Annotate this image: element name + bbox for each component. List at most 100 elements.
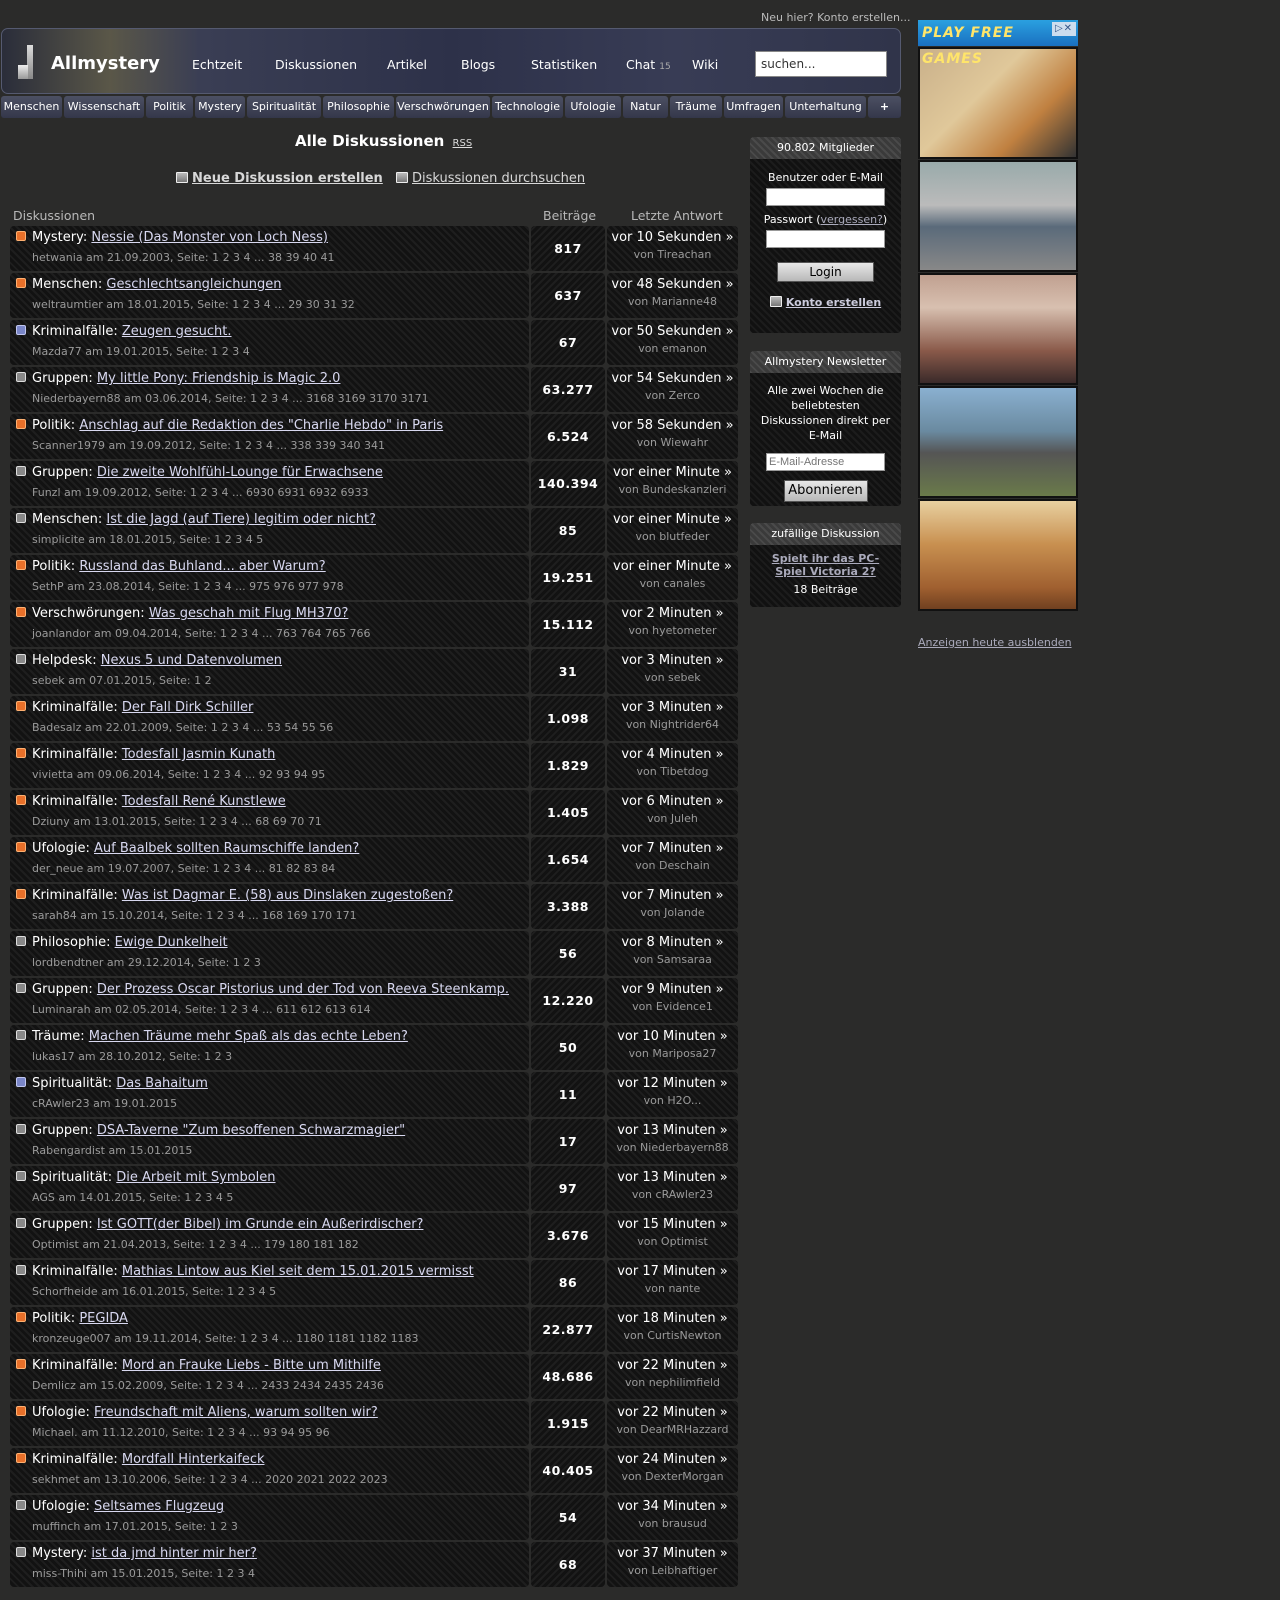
last-reply-time[interactable]: vor 22 Minuten » <box>607 1405 738 1420</box>
thread-title-link[interactable]: Auf Baalbek sollten Raumschiffe landen? <box>94 841 359 856</box>
last-reply-time[interactable]: vor 6 Minuten » <box>607 794 738 809</box>
category-menschen[interactable]: Menschen <box>1 96 62 118</box>
nav-chat[interactable]: Chat 15 <box>626 57 671 72</box>
thread-title-link[interactable]: Seltsames Flugzeug <box>94 1499 224 1514</box>
register-link[interactable]: Neu hier? Konto erstellen... <box>761 11 910 24</box>
last-reply-time[interactable]: vor 22 Minuten » <box>607 1358 738 1373</box>
last-reply-time[interactable]: vor einer Minute » <box>607 465 738 480</box>
ad-close-icon[interactable]: ▷✕ <box>1052 22 1076 36</box>
nav-echtzeit[interactable]: Echtzeit <box>192 57 242 72</box>
last-reply-time[interactable]: vor einer Minute » <box>607 559 738 574</box>
new-discussion-label[interactable]: Neue Diskussion erstellen <box>192 171 383 186</box>
last-reply-time[interactable]: vor 8 Minuten » <box>607 935 738 950</box>
last-reply-time[interactable]: vor einer Minute » <box>607 512 738 527</box>
last-reply-time[interactable]: vor 24 Minuten » <box>607 1452 738 1467</box>
site-logo[interactable]: Allmystery <box>51 53 160 74</box>
last-reply-time[interactable]: vor 9 Minuten » <box>607 982 738 997</box>
new-discussion-link[interactable]: Neue Diskussion erstellen <box>176 171 383 186</box>
password-input[interactable] <box>766 230 885 248</box>
thread-title-link[interactable]: Das Bahaitum <box>116 1076 208 1091</box>
category-philosophie[interactable]: Philosophie <box>323 96 394 118</box>
thread-title-link[interactable]: My little Pony: Friendship is Magic 2.0 <box>97 371 341 386</box>
create-account-link[interactable]: Konto erstellen <box>786 296 881 309</box>
last-reply-time[interactable]: vor 34 Minuten » <box>607 1499 738 1514</box>
nav-wiki[interactable]: Wiki <box>692 57 718 72</box>
category-more-button[interactable]: + <box>868 96 901 118</box>
last-reply-time[interactable]: vor 2 Minuten » <box>607 606 738 621</box>
thread-title-link[interactable]: Zeugen gesucht. <box>122 324 232 339</box>
random-discussion-link[interactable]: Spielt ihr das PC-Spiel Victoria 2? <box>758 552 893 578</box>
last-reply-time[interactable]: vor 18 Minuten » <box>607 1311 738 1326</box>
category-verschwoerungen[interactable]: Verschwörungen <box>396 96 490 118</box>
thread-title-link[interactable]: Mord an Frauke Liebs - Bitte um Mithilfe <box>122 1358 381 1373</box>
thread-title-link[interactable]: Russland das Buhland... aber Warum? <box>79 559 325 574</box>
thread-title-link[interactable]: Ist die Jagd (auf Tiere) legitim oder ni… <box>106 512 376 527</box>
last-reply-time[interactable]: vor 12 Minuten » <box>607 1076 738 1091</box>
thread-title-link[interactable]: DSA-Taverne "Zum besoffenen Schwarzmagie… <box>97 1123 405 1138</box>
nav-statistiken[interactable]: Statistiken <box>531 57 597 72</box>
last-reply-time[interactable]: vor 15 Minuten » <box>607 1217 738 1232</box>
category-technologie[interactable]: Technologie <box>492 96 563 118</box>
last-reply-time[interactable]: vor 48 Sekunden » <box>607 277 738 292</box>
ad-game-tile-2[interactable] <box>918 160 1078 272</box>
ad-game-tile-5[interactable] <box>918 499 1078 611</box>
category-traeume[interactable]: Träume <box>670 96 722 118</box>
forgot-password-link[interactable]: vergessen? <box>821 213 883 226</box>
login-button[interactable]: Login <box>777 262 874 282</box>
ad-game-tile-4[interactable] <box>918 386 1078 498</box>
last-reply-time[interactable]: vor 3 Minuten » <box>607 653 738 668</box>
category-umfragen[interactable]: Umfragen <box>724 96 783 118</box>
last-reply-time[interactable]: vor 54 Sekunden » <box>607 371 738 386</box>
last-reply-time[interactable]: vor 7 Minuten » <box>607 841 738 856</box>
search-discussions-label[interactable]: Diskussionen durchsuchen <box>412 171 585 186</box>
search-discussions-link[interactable]: Diskussionen durchsuchen <box>396 171 585 186</box>
category-mystery[interactable]: Mystery <box>195 96 245 118</box>
last-reply-time[interactable]: vor 50 Sekunden » <box>607 324 738 339</box>
search-input[interactable] <box>755 51 887 77</box>
thread-title-link[interactable]: Nexus 5 und Datenvolumen <box>101 653 282 668</box>
thread-title-link[interactable]: Geschlechtsangleichungen <box>106 277 281 292</box>
nav-diskussionen[interactable]: Diskussionen <box>275 57 357 72</box>
thread-title-link[interactable]: Mordfall Hinterkaifeck <box>122 1452 265 1467</box>
thread-title-link[interactable]: Mathias Lintow aus Kiel seit dem 15.01.2… <box>122 1264 474 1279</box>
username-input[interactable] <box>766 188 885 206</box>
category-unterhaltung[interactable]: Unterhaltung <box>785 96 866 118</box>
ad-banner[interactable]: PLAY FREE GAMES ▷✕ <box>918 20 1078 67</box>
last-reply-time[interactable]: vor 7 Minuten » <box>607 888 738 903</box>
thread-title-link[interactable]: Todesfall René Kunstlewe <box>122 794 286 809</box>
thread-title-link[interactable]: Die Arbeit mit Symbolen <box>116 1170 275 1185</box>
newsletter-email-input[interactable] <box>766 453 885 471</box>
thread-title-link[interactable]: Ewige Dunkelheit <box>115 935 228 950</box>
category-politik[interactable]: Politik <box>146 96 193 118</box>
rss-link[interactable]: RSS <box>453 138 473 149</box>
thread-title-link[interactable]: Anschlag auf die Redaktion des "Charlie … <box>79 418 443 433</box>
thread-title-link[interactable]: Der Prozess Oscar Pistorius und der Tod … <box>97 982 509 997</box>
category-natur[interactable]: Natur <box>623 96 668 118</box>
subscribe-button[interactable]: Abonnieren <box>783 480 868 502</box>
last-reply-time[interactable]: vor 10 Sekunden » <box>607 230 738 245</box>
thread-title-link[interactable]: Der Fall Dirk Schiller <box>122 700 254 715</box>
hide-ads-link[interactable]: Anzeigen heute ausblenden <box>918 636 1072 649</box>
thread-title-link[interactable]: Was ist Dagmar E. (58) aus Dinslaken zug… <box>122 888 453 903</box>
category-spiritualitaet[interactable]: Spiritualität <box>247 96 321 118</box>
last-reply-time[interactable]: vor 37 Minuten » <box>607 1546 738 1561</box>
thread-title-link[interactable]: Freundschaft mit Aliens, warum sollten w… <box>94 1405 378 1420</box>
ad-game-tile-3[interactable] <box>918 273 1078 385</box>
category-ufologie[interactable]: Ufologie <box>565 96 621 118</box>
nav-artikel[interactable]: Artikel <box>387 57 427 72</box>
thread-title-link[interactable]: Nessie (Das Monster von Loch Ness) <box>91 230 328 245</box>
last-reply-time[interactable]: vor 13 Minuten » <box>607 1123 738 1138</box>
thread-title-link[interactable]: Was geschah mit Flug MH370? <box>149 606 349 621</box>
nav-blogs[interactable]: Blogs <box>461 57 495 72</box>
thread-title-link[interactable]: PEGIDA <box>79 1311 128 1326</box>
last-reply-time[interactable]: vor 4 Minuten » <box>607 747 738 762</box>
thread-title-link[interactable]: ist da jmd hinter mir her? <box>91 1546 257 1561</box>
thread-title-link[interactable]: Die zweite Wohlfühl-Lounge für Erwachsen… <box>97 465 383 480</box>
last-reply-time[interactable]: vor 58 Sekunden » <box>607 418 738 433</box>
thread-title-link[interactable]: Ist GOTT(der Bibel) im Grunde ein Außeri… <box>97 1217 424 1232</box>
last-reply-time[interactable]: vor 13 Minuten » <box>607 1170 738 1185</box>
last-reply-time[interactable]: vor 17 Minuten » <box>607 1264 738 1279</box>
last-reply-time[interactable]: vor 3 Minuten » <box>607 700 738 715</box>
last-reply-time[interactable]: vor 10 Minuten » <box>607 1029 738 1044</box>
category-wissenschaft[interactable]: Wissenschaft <box>64 96 144 118</box>
